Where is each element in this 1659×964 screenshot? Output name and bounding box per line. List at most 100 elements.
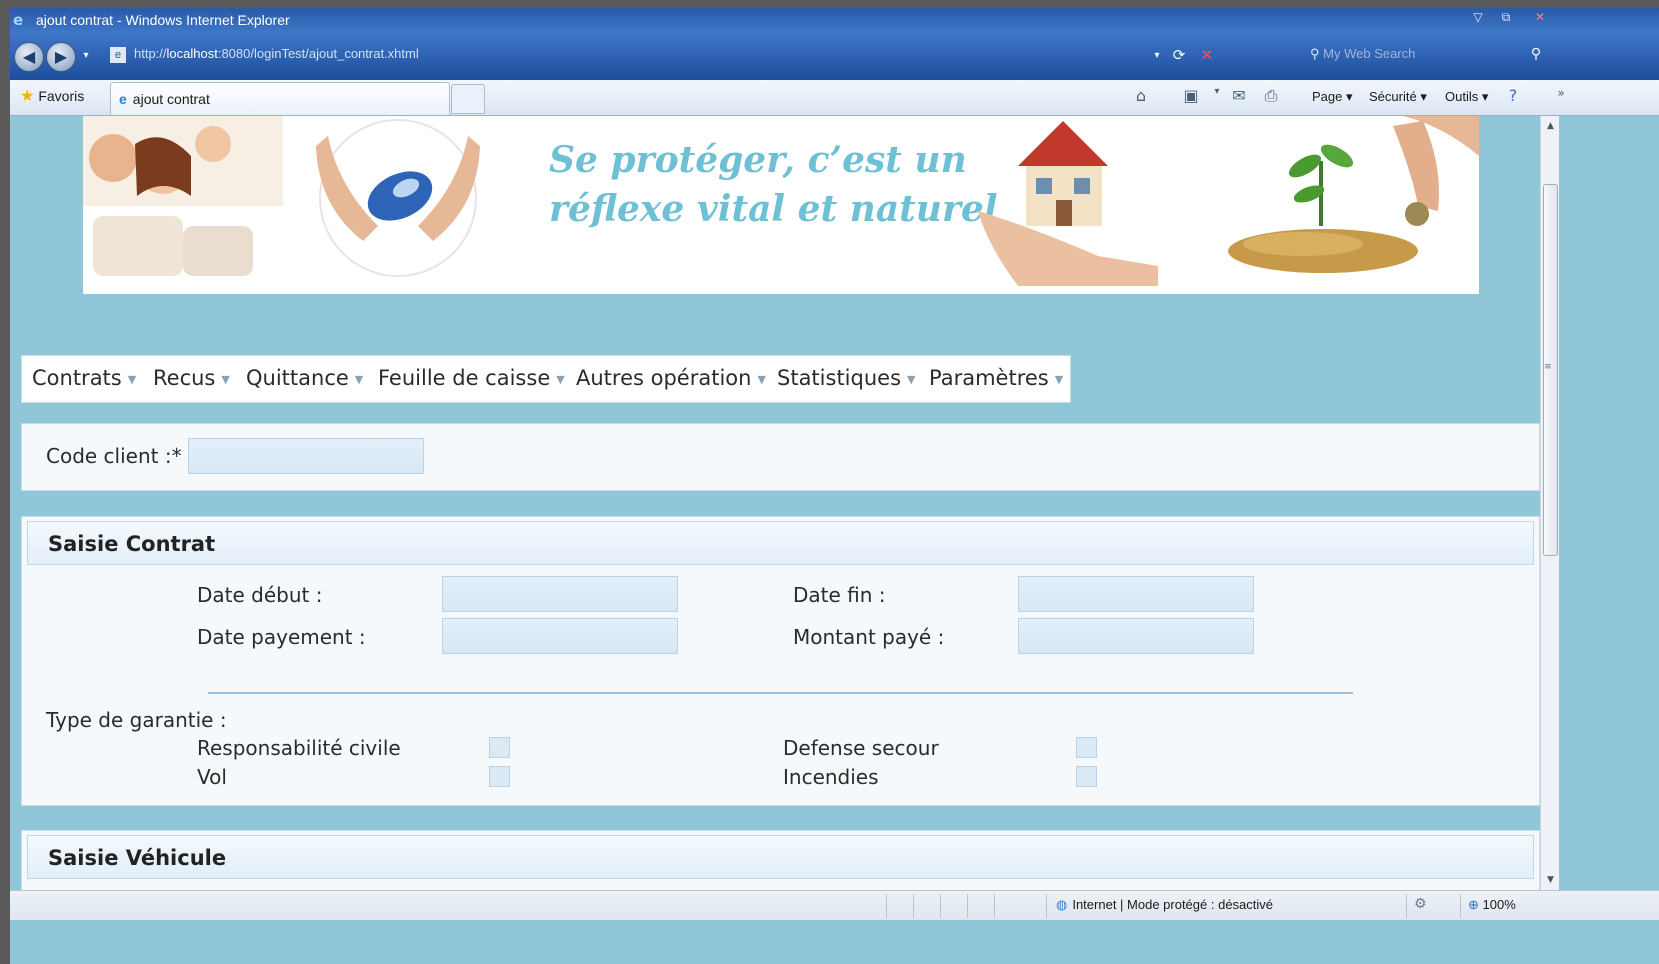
theft-checkbox[interactable] <box>489 766 510 787</box>
caret-down-icon: ▼ <box>1054 372 1064 386</box>
window-title: ajout contrat - Windows Internet Explore… <box>36 12 290 28</box>
close-icon[interactable]: ✕ <box>1528 10 1552 26</box>
search-icon: ⚲ <box>1310 46 1320 61</box>
caret-down-icon: ▼ <box>907 372 916 386</box>
vertical-scrollbar[interactable]: ▲ ≡ ▼ <box>1540 116 1559 890</box>
search-go-icon[interactable]: ⚲ <box>1526 46 1546 68</box>
tab-label: ajout contrat <box>132 91 210 107</box>
mail-icon[interactable]: ✉ <box>1228 86 1250 108</box>
print-icon[interactable]: ⎙ <box>1260 86 1282 108</box>
vehicle-panel-title: Saisie Véhicule <box>48 846 227 870</box>
menu-statistiques[interactable]: Statistiques ▼ <box>777 366 915 390</box>
menu-item-label: Statistiques <box>777 366 902 390</box>
stop-icon[interactable]: ✕ <box>1196 46 1218 68</box>
favorites-button[interactable]: ★ Favoris <box>20 86 84 106</box>
contract-panel-header: Saisie Contrat <box>27 521 1534 565</box>
family-illustration <box>83 116 283 294</box>
defense-checkbox[interactable] <box>1076 737 1097 758</box>
zoom-level[interactable]: ⊕ 100% <box>1468 897 1516 913</box>
amount-paid-label: Montant payé : <box>793 625 945 649</box>
security-zone[interactable]: ◍ Internet | Mode protégé : désactivé <box>1056 897 1273 913</box>
caret-down-icon: ▼ <box>757 372 766 386</box>
house-illustration <box>978 121 1158 286</box>
search-input[interactable]: ⚲ My Web Search <box>1310 46 1480 68</box>
protected-mode-icon[interactable]: ⚙ <box>1414 896 1427 912</box>
command-bar: ★ Favoris e ajout contrat ⌂ ▣ ▾ ✉ ⎙ Page ▾… <box>10 80 1659 116</box>
restore-icon[interactable]: ⧉ <box>1494 10 1518 26</box>
refresh-icon[interactable]: ⟳ <box>1168 46 1190 68</box>
date-end-input[interactable] <box>1018 576 1254 612</box>
menu-autres-operation[interactable]: Autres opération ▼ <box>576 366 766 390</box>
zoom-icon: ⊕ <box>1468 897 1479 912</box>
section-divider <box>208 692 1353 694</box>
page-icon: e <box>110 46 126 63</box>
menu-parametres[interactable]: Paramètres ▼ <box>929 366 1063 390</box>
feeds-dropdown-icon[interactable]: ▾ <box>1206 86 1228 108</box>
chevron-more-icon[interactable]: » <box>1550 86 1572 108</box>
status-separator <box>1460 894 1461 918</box>
status-separator <box>1406 894 1407 918</box>
payment-date-label: Date payement : <box>197 625 366 649</box>
help-icon[interactable]: ? <box>1502 86 1524 108</box>
menu-item-label: Quittance <box>246 366 349 390</box>
status-separator <box>913 894 914 918</box>
browser-window: e ajout contrat - Windows Internet Explo… <box>10 8 1659 964</box>
address-path: :8080/loginTest/ajout_contrat.xhtml <box>217 46 419 61</box>
amount-paid-input[interactable] <box>1018 618 1254 654</box>
page-content: Se protéger, c’est un réflexe vital et n… <box>10 116 1540 890</box>
date-end-label: Date fin : <box>793 583 886 607</box>
main-menu-bar: Contrats ▼ Recus ▼ Quittance ▼ Feuille de c… <box>21 355 1071 403</box>
globe-icon: ◍ <box>1056 897 1068 912</box>
header-banner: Se protéger, c’est un réflexe vital et n… <box>83 116 1479 294</box>
page-menu[interactable]: Page ▾ <box>1312 89 1353 105</box>
client-code-input[interactable] <box>188 438 424 474</box>
ie-logo-icon: e <box>13 11 24 29</box>
security-zone-label: Internet | Mode protégé : désactivé <box>1072 897 1274 912</box>
security-menu-label: Sécurité <box>1369 89 1417 104</box>
feeds-icon[interactable]: ▣ <box>1180 86 1202 108</box>
civil-liability-checkbox[interactable] <box>489 737 510 758</box>
vehicle-panel-header: Saisie Véhicule <box>27 835 1534 879</box>
title-bar: e ajout contrat - Windows Internet Explo… <box>10 8 1659 80</box>
caret-down-icon: ▼ <box>127 372 137 386</box>
menu-item-label: Recus <box>153 366 216 390</box>
menu-item-label: Feuille de caisse <box>378 366 551 390</box>
address-bar[interactable]: e http://localhost:8080/loginTest/ajout_c… <box>110 46 1220 68</box>
tools-menu[interactable]: Outils ▾ <box>1445 89 1488 105</box>
forward-button[interactable]: ▶ <box>46 42 76 72</box>
history-dropdown-icon[interactable]: ▾ <box>80 50 92 72</box>
civil-liability-label: Responsabilité civile <box>197 736 401 760</box>
security-menu[interactable]: Sécurité ▾ <box>1369 89 1427 105</box>
back-button[interactable]: ◀ <box>14 42 44 72</box>
menu-quittance[interactable]: Quittance ▼ <box>246 366 363 390</box>
date-start-input[interactable] <box>442 576 678 612</box>
home-icon[interactable]: ⌂ <box>1130 86 1152 108</box>
banner-slogan: Se protéger, c’est un réflexe vital et n… <box>549 136 998 234</box>
slogan-line-1: Se protéger, c’est un <box>549 139 967 181</box>
caret-down-icon: ▼ <box>556 372 565 386</box>
tab-ajout-contrat[interactable]: e ajout contrat <box>110 82 450 115</box>
minimize-icon[interactable]: ▽ <box>1466 10 1490 26</box>
caret-down-icon: ▼ <box>221 372 230 386</box>
status-bar: ◍ Internet | Mode protégé : désactivé ⚙ ⊕… <box>10 890 1659 920</box>
new-tab-button[interactable] <box>451 84 485 114</box>
menu-feuille-de-caisse[interactable]: Feuille de caisse ▼ <box>378 366 565 390</box>
address-dropdown-icon[interactable]: ▾ <box>1150 50 1164 72</box>
payment-date-input[interactable] <box>442 618 678 654</box>
status-separator <box>940 894 941 918</box>
status-separator <box>967 894 968 918</box>
menu-contrats[interactable]: Contrats ▼ <box>32 366 136 390</box>
scroll-down-icon[interactable]: ▼ <box>1541 872 1560 888</box>
menu-item-label: Contrats <box>32 366 122 390</box>
menu-item-label: Paramètres <box>929 366 1049 390</box>
client-panel: Code client :* <box>21 423 1540 491</box>
fire-checkbox[interactable] <box>1076 766 1097 787</box>
menu-recus[interactable]: Recus ▼ <box>153 366 230 390</box>
star-icon: ★ <box>20 88 35 105</box>
caret-down-icon: ▼ <box>354 372 364 386</box>
scroll-up-icon[interactable]: ▲ <box>1541 118 1560 134</box>
favorites-label: Favoris <box>38 88 85 104</box>
fire-label: Incendies <box>783 765 879 789</box>
date-start-label: Date début : <box>197 583 323 607</box>
menu-item-label: Autres opération <box>576 366 752 390</box>
